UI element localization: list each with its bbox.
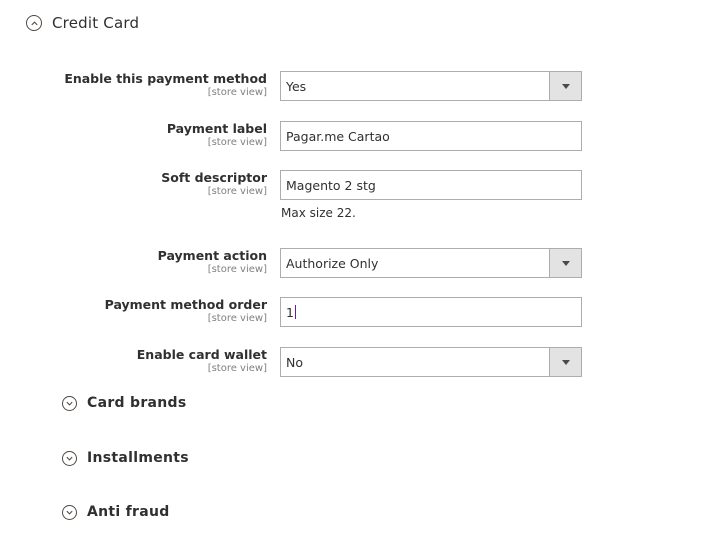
field-scope: [store view]: [207, 363, 267, 374]
dropdown-arrow-icon[interactable]: [549, 249, 581, 277]
dropdown-arrow-icon[interactable]: [549, 72, 581, 100]
credit-card-section-toggle[interactable]: Credit Card: [26, 14, 139, 32]
chevron-down-circle-icon: [62, 450, 77, 466]
chevron-up-circle-icon: [26, 15, 42, 31]
field-scope: [store view]: [207, 313, 267, 324]
enable-card-wallet-select[interactable]: No: [280, 347, 582, 377]
payment-method-order-input[interactable]: 1: [280, 297, 582, 327]
anti-fraud-section-toggle[interactable]: Anti fraud: [62, 504, 170, 520]
chevron-down-circle-icon: [62, 504, 77, 520]
field-scope: [store view]: [207, 264, 267, 275]
field-label: Payment method order: [104, 297, 267, 312]
payment-label-input[interactable]: Pagar.me Cartao: [280, 121, 582, 151]
section-title: Credit Card: [52, 14, 140, 32]
chevron-down-circle-icon: [62, 395, 77, 411]
enable-payment-method-select[interactable]: Yes: [280, 71, 582, 101]
soft-descriptor-input[interactable]: Magento 2 stg: [280, 170, 582, 200]
subsection-title: Installments: [87, 450, 189, 466]
field-scope: [store view]: [207, 87, 267, 98]
card-brands-section-toggle[interactable]: Card brands: [62, 395, 187, 411]
dropdown-arrow-icon[interactable]: [549, 348, 581, 376]
subsection-title: Anti fraud: [87, 504, 170, 520]
field-label: Payment action: [157, 248, 267, 263]
field-label: Soft descriptor: [161, 170, 267, 185]
field-label: Enable card wallet: [136, 347, 267, 362]
field-scope: [store view]: [207, 137, 267, 148]
field-scope: [store view]: [207, 186, 267, 197]
soft-descriptor-note: Max size 22.: [281, 206, 356, 220]
subsection-title: Card brands: [87, 395, 187, 411]
text-caret: [294, 305, 296, 319]
installments-section-toggle[interactable]: Installments: [62, 450, 189, 466]
field-label: Payment label: [166, 121, 267, 136]
payment-action-select[interactable]: Authorize Only: [280, 248, 582, 278]
field-label: Enable this payment method: [64, 71, 267, 86]
